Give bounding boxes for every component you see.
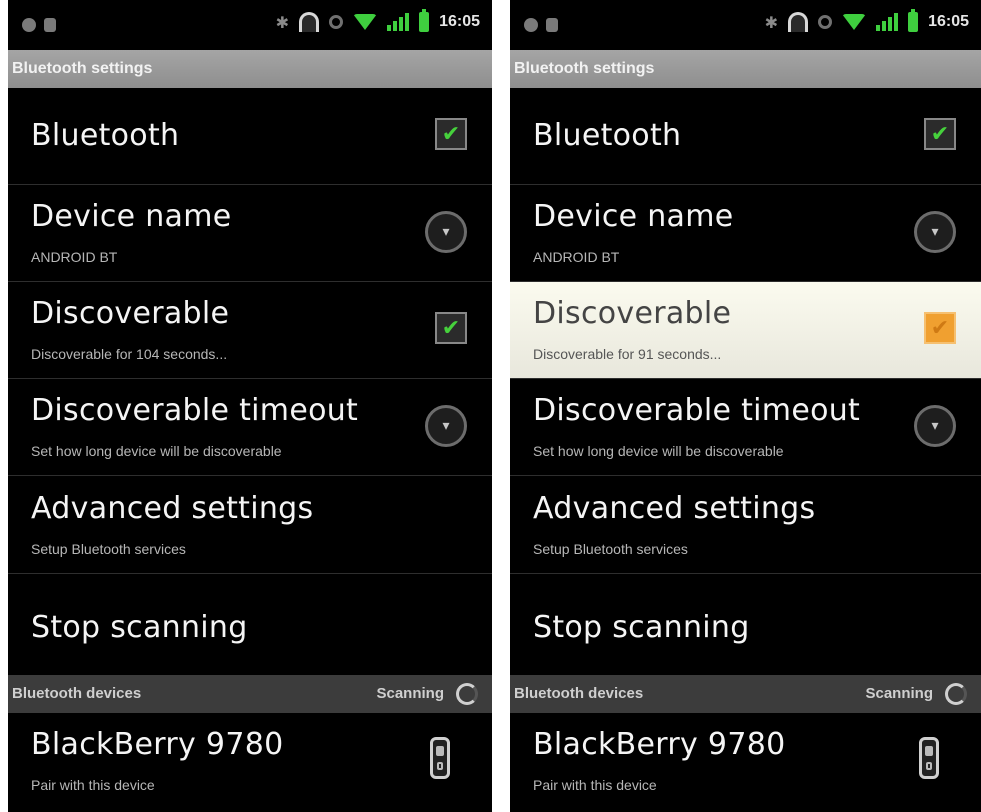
dropdown-arrow-icon[interactable]: ▾	[914, 405, 956, 447]
row-title: Advanced settings	[31, 491, 314, 526]
sync-icon	[818, 15, 833, 29]
scan-status: Scanning	[376, 685, 444, 702]
bluetooth-icon: ✱	[764, 12, 779, 32]
android-icon	[44, 18, 56, 32]
device-row[interactable]: BlackBerry 9780 Pair with this device	[510, 713, 981, 809]
stop-scanning-row[interactable]: Stop scanning	[8, 576, 492, 672]
phone-screen-right: ✱ 16:05 Bluetooth settings Bluetooth ✔ D…	[510, 0, 981, 812]
devices-section-header: Bluetooth devices Scanning	[8, 675, 492, 713]
row-title: Discoverable timeout	[533, 393, 861, 428]
row-title: Device name	[533, 199, 734, 234]
row-title: Stop scanning	[533, 610, 750, 645]
progress-spinner-icon	[456, 683, 478, 705]
progress-spinner-icon	[945, 683, 967, 705]
device-name-row[interactable]: Device name ANDROID BT ▾	[8, 185, 492, 282]
row-subtitle: ANDROID BT	[533, 249, 620, 265]
status-time: 16:05	[928, 13, 969, 30]
row-subtitle: ANDROID BT	[31, 249, 118, 265]
headset-icon	[788, 12, 809, 32]
wifi-icon	[842, 14, 867, 30]
row-subtitle: Setup Bluetooth services	[533, 541, 688, 557]
notification-icon	[524, 18, 538, 32]
page-title: Bluetooth settings	[8, 50, 492, 88]
stop-scanning-row[interactable]: Stop scanning	[510, 576, 981, 672]
row-title: Device name	[31, 199, 232, 234]
headset-icon	[299, 12, 320, 32]
notification-icon	[22, 18, 36, 32]
phone-icon	[430, 737, 450, 779]
signal-icon	[876, 13, 899, 31]
status-bar: ✱ 16:05	[510, 0, 981, 50]
discoverable-checkbox[interactable]: ✔	[924, 312, 956, 344]
battery-icon	[419, 9, 430, 32]
advanced-settings-row[interactable]: Advanced settings Setup Bluetooth servic…	[510, 477, 981, 574]
row-title: Bluetooth	[533, 118, 682, 153]
devices-section-header: Bluetooth devices Scanning	[510, 675, 981, 713]
dropdown-arrow-icon[interactable]: ▾	[914, 211, 956, 253]
bluetooth-checkbox[interactable]: ✔	[435, 118, 467, 150]
device-title: BlackBerry 9780	[31, 727, 284, 762]
row-subtitle: Set how long device will be discoverable	[533, 443, 784, 459]
bluetooth-toggle-row[interactable]: Bluetooth ✔	[8, 88, 492, 185]
phone-icon	[919, 737, 939, 779]
dropdown-arrow-icon[interactable]: ▾	[425, 405, 467, 447]
discoverable-timeout-row[interactable]: Discoverable timeout Set how long device…	[8, 379, 492, 476]
discoverable-row[interactable]: Discoverable Discoverable for 91 seconds…	[510, 282, 981, 379]
bluetooth-icon: ✱	[275, 12, 290, 32]
row-title: Discoverable timeout	[31, 393, 359, 428]
scan-status: Scanning	[865, 685, 933, 702]
discoverable-timeout-row[interactable]: Discoverable timeout Set how long device…	[510, 379, 981, 476]
advanced-settings-row[interactable]: Advanced settings Setup Bluetooth servic…	[8, 477, 492, 574]
discoverable-row[interactable]: Discoverable Discoverable for 104 second…	[8, 282, 492, 379]
row-title: Discoverable	[533, 296, 732, 331]
section-label: Bluetooth devices	[514, 685, 644, 702]
battery-icon	[908, 9, 919, 32]
row-subtitle: Setup Bluetooth services	[31, 541, 186, 557]
row-subtitle: Discoverable for 104 seconds...	[31, 346, 228, 362]
page-title: Bluetooth settings	[510, 50, 981, 88]
row-title: Stop scanning	[31, 610, 248, 645]
device-subtitle: Pair with this device	[533, 777, 657, 793]
phone-screen-left: ✱ 16:05 Bluetooth settings Bluetooth ✔ D…	[8, 0, 492, 812]
sync-icon	[329, 15, 344, 29]
device-name-row[interactable]: Device name ANDROID BT ▾	[510, 185, 981, 282]
row-subtitle: Set how long device will be discoverable	[31, 443, 282, 459]
bluetooth-toggle-row[interactable]: Bluetooth ✔	[510, 88, 981, 185]
device-title: BlackBerry 9780	[533, 727, 786, 762]
row-subtitle: Discoverable for 91 seconds...	[533, 346, 722, 362]
status-bar: ✱ 16:05	[8, 0, 492, 50]
bluetooth-checkbox[interactable]: ✔	[924, 118, 956, 150]
status-time: 16:05	[439, 13, 480, 30]
section-label: Bluetooth devices	[12, 685, 142, 702]
discoverable-checkbox[interactable]: ✔	[435, 312, 467, 344]
signal-icon	[387, 13, 410, 31]
row-title: Discoverable	[31, 296, 230, 331]
dropdown-arrow-icon[interactable]: ▾	[425, 211, 467, 253]
row-title: Bluetooth	[31, 118, 180, 153]
android-icon	[546, 18, 558, 32]
row-title: Advanced settings	[533, 491, 816, 526]
device-subtitle: Pair with this device	[31, 777, 155, 793]
wifi-icon	[353, 14, 378, 30]
device-row[interactable]: BlackBerry 9780 Pair with this device	[8, 713, 492, 809]
